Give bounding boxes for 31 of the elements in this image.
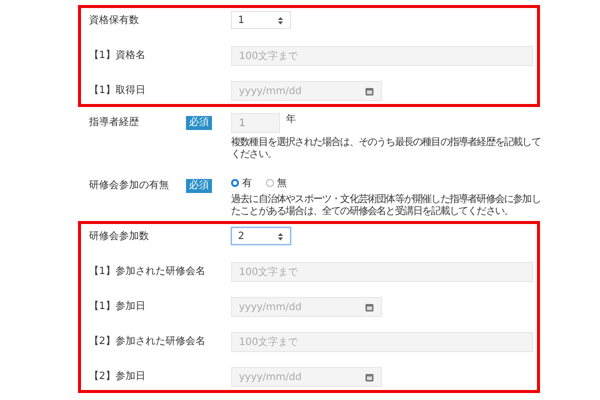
field-label: 【1】資格名 <box>89 49 146 63</box>
calendar-icon <box>365 372 374 382</box>
date-field[interactable]: yyyy/mm/dd <box>231 367 382 387</box>
text-field[interactable]: 100文字まで <box>231 46 533 66</box>
required-badge: 必須 <box>186 179 212 193</box>
number-field[interactable]: 1 <box>231 113 280 133</box>
field-label: 資格保有数 <box>89 14 140 28</box>
sort-arrows-icon <box>276 16 285 24</box>
field-label: 研修会参加数 <box>89 230 150 244</box>
select-field[interactable]: 2 <box>231 227 291 245</box>
field-label: 【1】参加日 <box>89 300 146 314</box>
field-label: 【2】参加された研修会名 <box>89 335 206 349</box>
sort-arrows-icon <box>276 232 285 240</box>
radio-option[interactable]: 有 <box>231 176 252 190</box>
required-badge: 必須 <box>186 116 212 130</box>
field-label: 【1】参加された研修会名 <box>89 265 206 279</box>
date-field[interactable]: yyyy/mm/dd <box>231 81 382 101</box>
help-text: 複数種目を選択された場合は、そのうち最長の種目の指導者経歴を記載してください。 <box>231 137 542 161</box>
unit-label: 年 <box>286 113 296 127</box>
calendar-icon <box>365 86 374 96</box>
text-field[interactable]: 100文字まで <box>231 332 533 352</box>
field-label: 【2】参加日 <box>89 370 146 384</box>
text-field[interactable]: 100文字まで <box>231 262 533 282</box>
select-field[interactable]: 1 <box>231 11 291 29</box>
date-field[interactable]: yyyy/mm/dd <box>231 297 382 317</box>
field-label: 指導者経歴 <box>89 116 140 130</box>
field-label: 研修会参加の有無 <box>89 179 170 193</box>
field-label: 【1】取得日 <box>89 84 146 98</box>
help-text: 過去に自治体やスポーツ・文化芸術団体等が開催した指導者研修会に参加したことがある場合は、全ての研修会名と受講日を記載してください。 <box>231 194 542 218</box>
calendar-icon <box>365 302 374 312</box>
radio-option[interactable]: 無 <box>266 176 287 190</box>
